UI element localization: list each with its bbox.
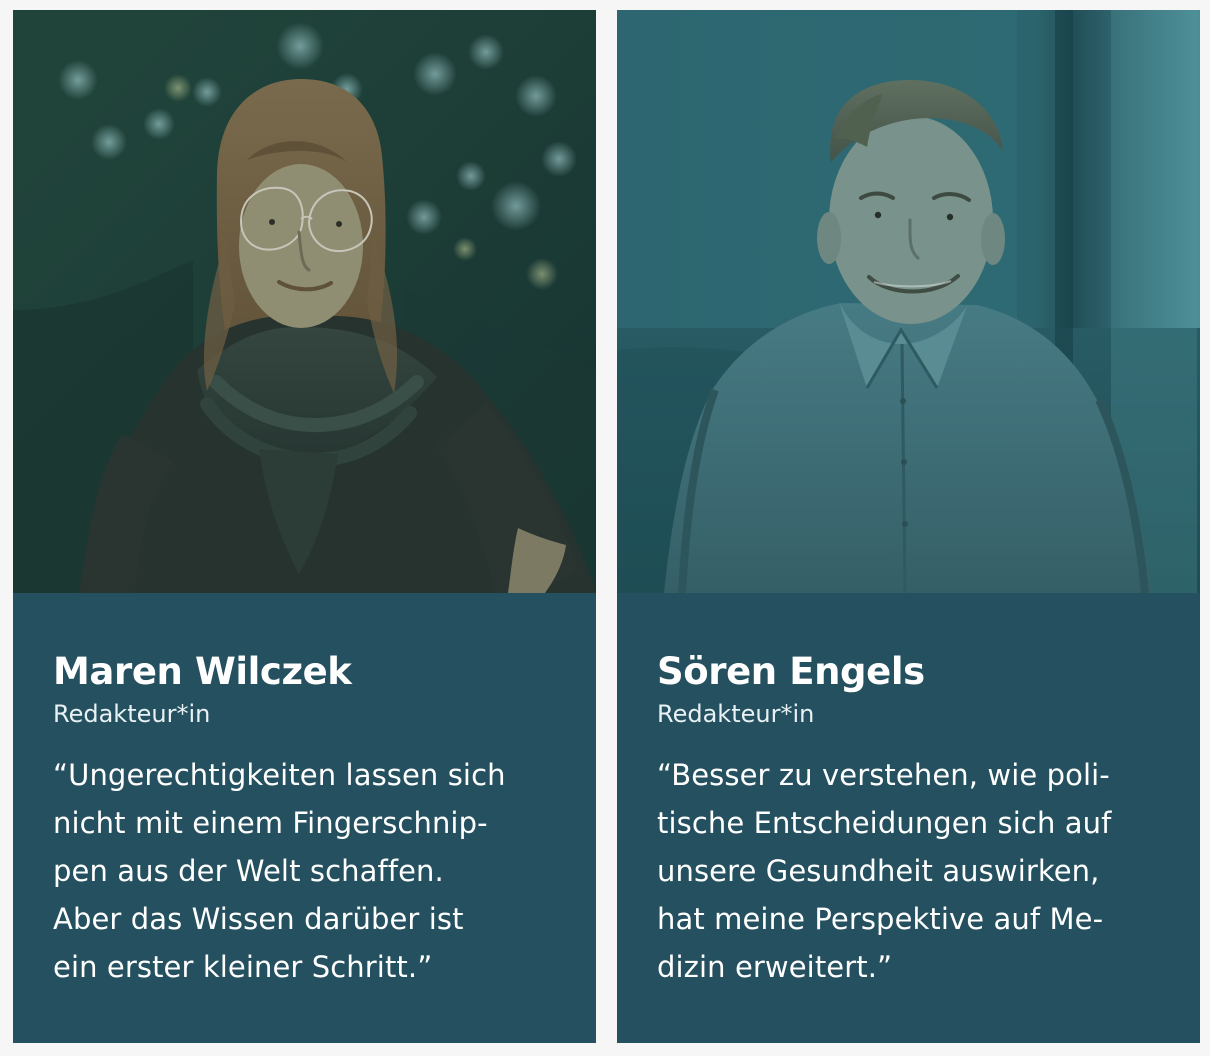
quote-line: dizin erweitert.”: [657, 950, 893, 984]
person-role: Redakteur*in: [53, 700, 211, 728]
quote-line: hat meine Perspektive auf Me-: [657, 902, 1104, 936]
person-quote: “Ungerechtigkeiten lassen sich nicht mit…: [53, 751, 573, 991]
person-role: Redakteur*in: [657, 700, 815, 728]
person-photo-maren-wilczek: [13, 10, 596, 593]
person-photo-soeren-engels: [617, 10, 1200, 593]
quote-line: “Besser zu verstehen, wie poli-: [657, 758, 1110, 792]
quote-line: nicht mit einem Fingerschnip-: [53, 806, 488, 840]
quote-line: ein erster kleiner Schritt.”: [53, 950, 433, 984]
quote-line: Aber das Wissen darüber ist: [53, 902, 464, 936]
person-info-soeren-engels: Sören Engels Redakteur*in “Besser zu ver…: [657, 650, 1177, 991]
quote-line: pen aus der Welt schaffen.: [53, 854, 444, 888]
team-grid: Maren Wilczek Redakteur*in “Ungerechtigk…: [0, 0, 1210, 1056]
person-card-soeren-engels: Sören Engels Redakteur*in “Besser zu ver…: [617, 10, 1200, 1043]
person-name: Maren Wilczek: [53, 650, 352, 693]
person-info-maren-wilczek: Maren Wilczek Redakteur*in “Ungerechtigk…: [53, 650, 573, 991]
quote-line: unsere Gesundheit auswirken,: [657, 854, 1100, 888]
quote-line: tische Entscheidungen sich auf: [657, 806, 1112, 840]
quote-line: “Ungerechtigkeiten lassen sich: [53, 758, 506, 792]
person-card-maren-wilczek: Maren Wilczek Redakteur*in “Ungerechtigk…: [13, 10, 596, 1043]
person-quote: “Besser zu verstehen, wie poli- tische E…: [657, 751, 1177, 991]
person-name: Sören Engels: [657, 650, 925, 693]
